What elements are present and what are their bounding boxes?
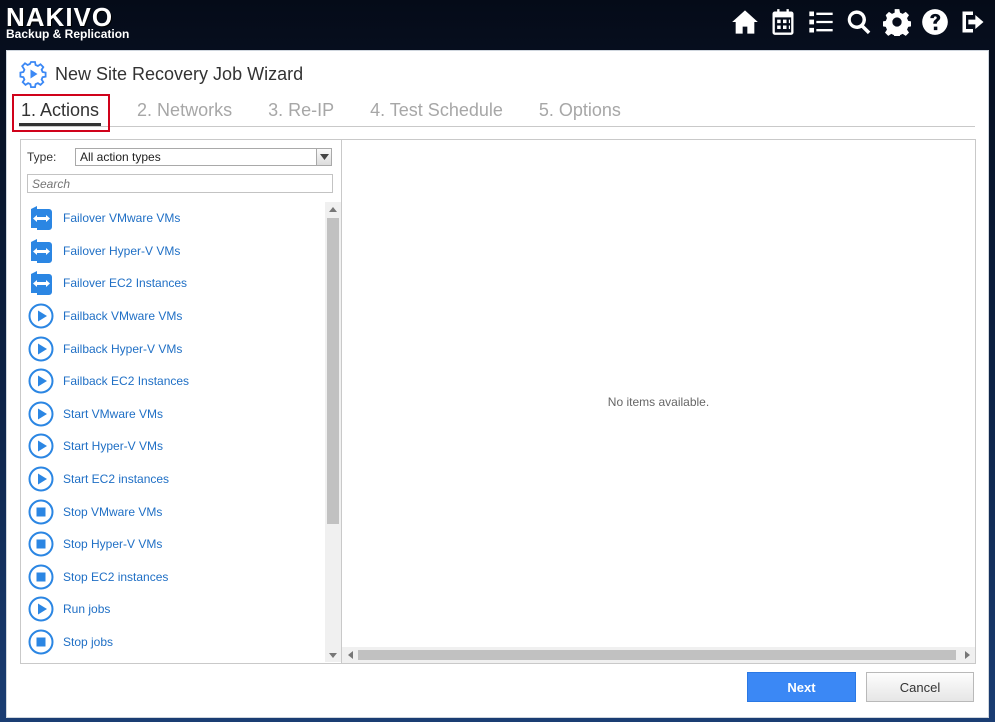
stop-icon <box>27 628 55 656</box>
action-item-label: Failback VMware VMs <box>63 309 183 324</box>
step-networks[interactable]: 2. Networks <box>137 97 232 126</box>
step-options[interactable]: 5. Options <box>539 97 621 126</box>
cancel-button[interactable]: Cancel <box>866 672 974 702</box>
logout-icon[interactable] <box>957 6 989 38</box>
action-item[interactable]: Failback EC2 Instances <box>27 365 322 398</box>
home-icon[interactable] <box>729 6 761 38</box>
play-icon <box>27 432 55 460</box>
type-filter-row: Type: All action types <box>27 148 332 166</box>
stop-icon <box>27 530 55 558</box>
failover-icon <box>27 237 55 265</box>
hscroll-thumb[interactable] <box>358 650 956 660</box>
action-item[interactable]: Run jobs <box>27 593 322 626</box>
action-item[interactable]: Stop EC2 instances <box>27 561 322 594</box>
play-icon <box>27 302 55 330</box>
vertical-scrollbar[interactable] <box>325 202 341 662</box>
search-input[interactable] <box>27 174 333 193</box>
stop-icon <box>27 563 55 591</box>
stop-icon <box>27 498 55 526</box>
action-item[interactable]: Stop Hyper-V VMs <box>27 528 322 561</box>
action-item[interactable]: Failover VMware VMs <box>27 202 322 235</box>
action-item[interactable]: Start VMware VMs <box>27 398 322 431</box>
horizontal-scrollbar[interactable] <box>342 647 975 663</box>
action-item-label: Start EC2 instances <box>63 472 170 487</box>
dialog-header: New Site Recovery Job Wizard <box>19 60 303 88</box>
action-item-label: Failover EC2 Instances <box>63 276 188 291</box>
action-item[interactable]: Failover EC2 Instances <box>27 267 322 300</box>
action-item-label: Failover VMware VMs <box>63 211 181 226</box>
action-item-label: Failover Hyper-V VMs <box>63 243 181 258</box>
search-icon[interactable] <box>843 6 875 38</box>
chevron-down-icon[interactable] <box>316 149 331 165</box>
scroll-up-icon[interactable] <box>325 202 341 216</box>
type-label: Type: <box>27 150 57 164</box>
next-button[interactable]: Next <box>747 672 856 702</box>
nakivo-logo: NAKIVO Backup & Replication <box>6 4 129 40</box>
scroll-left-icon[interactable] <box>342 647 358 663</box>
action-item-label: Start VMware VMs <box>63 406 164 421</box>
dialog-title: New Site Recovery Job Wizard <box>55 63 304 84</box>
gear-icon[interactable] <box>881 6 913 38</box>
wizard-steps: 1. Actions 2. Networks 3. Re-IP 4. Test … <box>12 94 975 132</box>
wizard-dialog: New Site Recovery Job Wizard 1. Actions … <box>6 50 989 718</box>
help-icon[interactable] <box>919 6 951 38</box>
scroll-right-icon[interactable] <box>959 647 975 663</box>
action-item-label: Stop Hyper-V VMs <box>63 537 163 552</box>
play-icon <box>27 661 55 662</box>
action-item-label: Failback EC2 Instances <box>63 374 190 389</box>
action-item[interactable] <box>27 658 322 662</box>
type-select[interactable]: All action types <box>75 148 332 166</box>
action-item[interactable]: Start Hyper-V VMs <box>27 430 322 463</box>
actions-panel: Type: All action types Failover VMware V… <box>20 139 341 664</box>
action-item[interactable]: Stop VMware VMs <box>27 495 322 528</box>
action-item-label: Stop EC2 instances <box>63 569 169 584</box>
action-item[interactable]: Failover Hyper-V VMs <box>27 235 322 268</box>
list-icon[interactable] <box>805 6 837 38</box>
scroll-thumb[interactable] <box>327 218 339 524</box>
action-item[interactable]: Stop jobs <box>27 626 322 659</box>
wizard-gear-icon <box>19 61 47 88</box>
action-item-label: Failback Hyper-V VMs <box>63 341 183 356</box>
play-icon <box>27 400 55 428</box>
active-step-highlight <box>12 94 110 132</box>
play-icon <box>27 595 55 623</box>
action-item[interactable]: Start EC2 instances <box>27 463 322 496</box>
play-icon <box>27 465 55 493</box>
top-bar: NAKIVO Backup & Replication <box>0 0 995 44</box>
action-item-label: Stop jobs <box>63 635 114 650</box>
failover-icon <box>27 204 55 232</box>
logo-subtitle: Backup & Replication <box>6 27 130 41</box>
action-item[interactable]: Failback Hyper-V VMs <box>27 332 322 365</box>
type-select-value: All action types <box>80 150 161 164</box>
action-list: Failover VMware VMs Failover Hyper-V VMs F… <box>27 202 322 662</box>
top-icons <box>729 6 989 38</box>
failover-icon <box>27 269 55 297</box>
empty-message: No items available. <box>607 395 710 409</box>
action-item[interactable]: Failback VMware VMs <box>27 300 322 333</box>
step-test-schedule[interactable]: 4. Test Schedule <box>370 97 503 126</box>
calendar-icon[interactable] <box>767 6 799 38</box>
scroll-down-icon[interactable] <box>325 648 341 662</box>
play-icon <box>27 367 55 395</box>
play-icon <box>27 335 55 363</box>
step-re-ip[interactable]: 3. Re-IP <box>268 97 334 126</box>
action-item-label: Stop VMware VMs <box>63 504 163 519</box>
actions-detail-panel: No items available. <box>341 139 976 664</box>
action-item-label: Run jobs <box>63 602 111 617</box>
action-item-label: Start Hyper-V VMs <box>63 439 164 454</box>
